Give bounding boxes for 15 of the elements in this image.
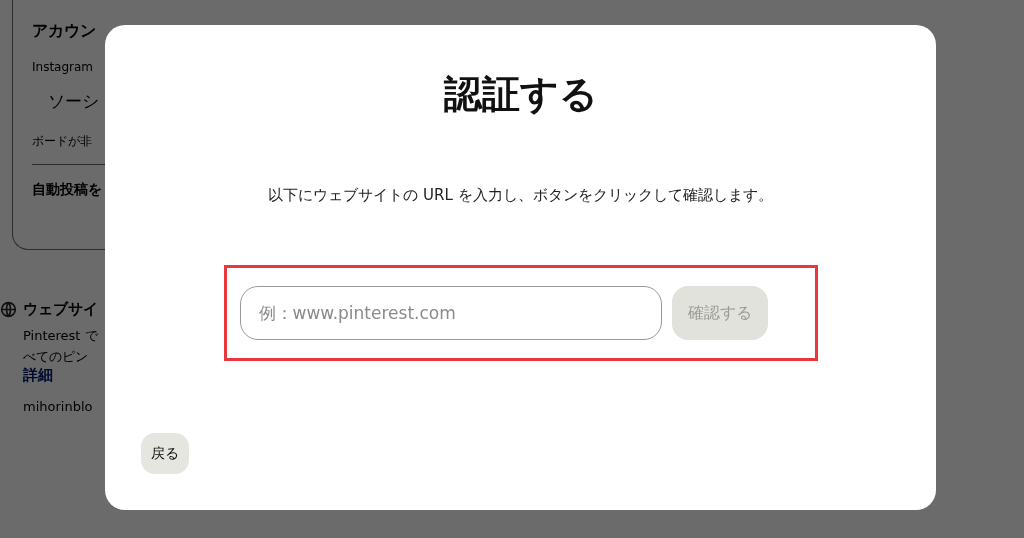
dialog-title: 認証する <box>443 71 598 118</box>
card-title: アカウン <box>32 21 97 42</box>
globe-icon <box>0 301 17 318</box>
instagram-label: Instagram <box>32 60 95 74</box>
url-input-field[interactable]: 例：www.pinterest.com <box>239 286 662 340</box>
domain-text: mihorinblo <box>23 399 94 414</box>
dialog-description: 以下にウェブサイトの URL を入力し、ボタンをクリックして確認します。 <box>268 186 773 205</box>
auto-post-label: 自動投稿を <box>32 181 103 199</box>
section-title: ウェブサイ <box>23 300 98 319</box>
board-note: ボードが非 <box>32 133 93 150</box>
section-text: べてのピン <box>23 348 89 366</box>
back-button[interactable]: 戻る <box>141 433 189 474</box>
section-text: Pinterest で <box>23 327 99 345</box>
details-link[interactable]: 詳細 <box>23 366 105 385</box>
social-item: ソーシ <box>48 90 100 113</box>
